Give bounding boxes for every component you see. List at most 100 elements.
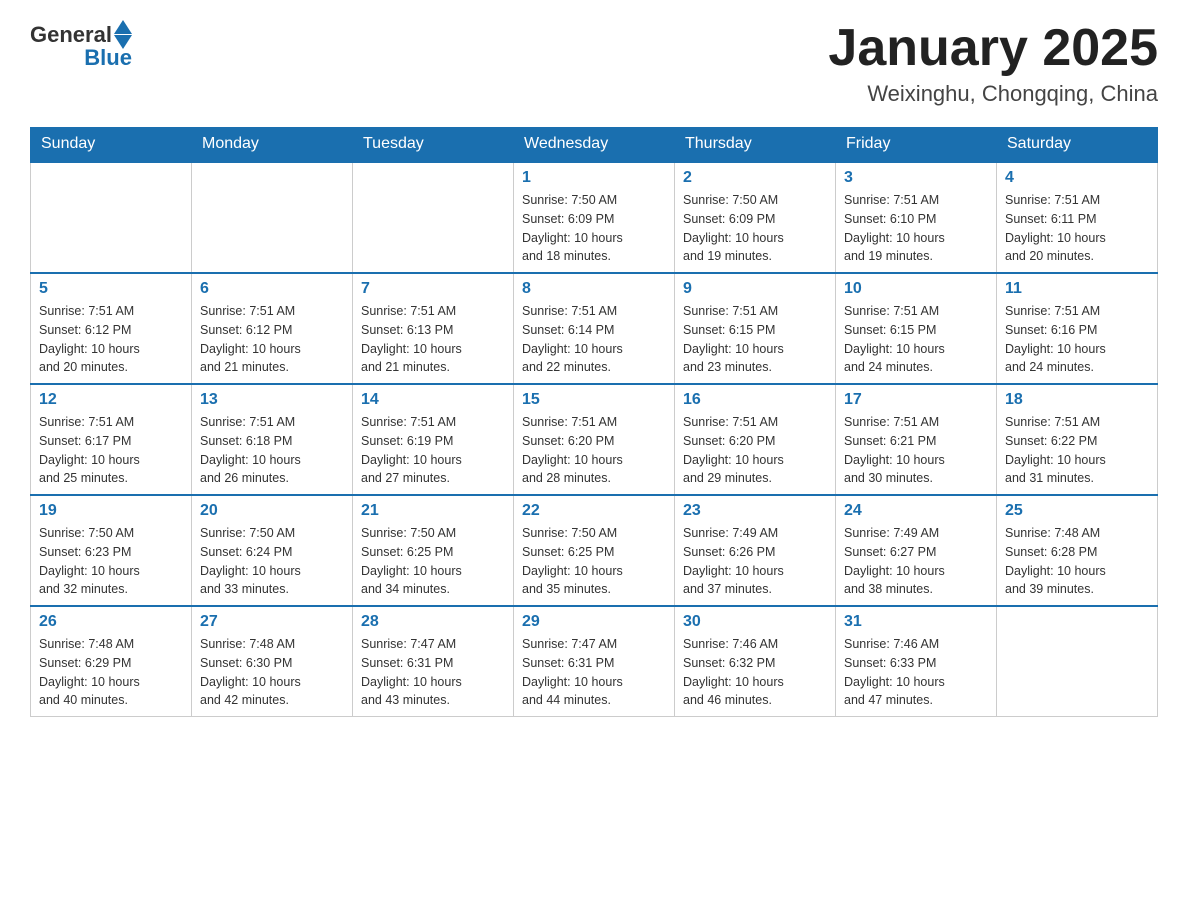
calendar-cell: 6 Sunrise: 7:51 AM Sunset: 6:12 PM Daylig…	[192, 273, 353, 384]
calendar-cell: 31 Sunrise: 7:46 AM Sunset: 6:33 PM Dayli…	[836, 606, 997, 717]
calendar-header-saturday: Saturday	[997, 127, 1158, 162]
day-info: Sunrise: 7:51 AM Sunset: 6:14 PM Dayligh…	[522, 302, 666, 377]
day-info: Sunrise: 7:50 AM Sunset: 6:25 PM Dayligh…	[522, 524, 666, 599]
day-number: 4	[1005, 169, 1149, 187]
calendar-week-3: 12Sunrise: 7:51 AM Sunset: 6:17 PM Dayli…	[31, 384, 1158, 495]
calendar-cell: 22 Sunrise: 7:50 AM Sunset: 6:25 PM Dayli…	[514, 495, 675, 606]
day-number: 15	[522, 391, 666, 409]
day-number: 25	[1005, 502, 1149, 520]
day-number: 27	[200, 613, 344, 631]
day-number: 19	[39, 502, 183, 520]
day-info: Sunrise: 7:47 AM Sunset: 6:31 PM Dayligh…	[522, 635, 666, 710]
calendar-cell: 4Sunrise: 7:51 AM Sunset: 6:11 PM Daylig…	[997, 162, 1158, 273]
day-number: 28	[361, 613, 505, 631]
day-number: 22	[522, 502, 666, 520]
day-number: 3	[844, 169, 988, 187]
day-info: Sunrise: 7:50 AM Sunset: 6:09 PM Dayligh…	[522, 191, 666, 266]
calendar-cell: 11 Sunrise: 7:51 AM Sunset: 6:16 PM Dayli…	[997, 273, 1158, 384]
day-number: 8	[522, 280, 666, 298]
day-number: 11	[1005, 280, 1149, 298]
day-number: 1	[522, 169, 666, 187]
page-header: General Blue January 2025 Weixinghu, Cho…	[30, 20, 1158, 107]
calendar-cell: 16Sunrise: 7:51 AM Sunset: 6:20 PM Dayli…	[675, 384, 836, 495]
calendar-cell: 27 Sunrise: 7:48 AM Sunset: 6:30 PM Dayli…	[192, 606, 353, 717]
day-info: Sunrise: 7:46 AM Sunset: 6:32 PM Dayligh…	[683, 635, 827, 710]
day-number: 18	[1005, 391, 1149, 409]
calendar-cell: 23Sunrise: 7:49 AM Sunset: 6:26 PM Dayli…	[675, 495, 836, 606]
day-info: Sunrise: 7:50 AM Sunset: 6:24 PM Dayligh…	[200, 524, 344, 599]
day-number: 31	[844, 613, 988, 631]
day-info: Sunrise: 7:51 AM Sunset: 6:20 PM Dayligh…	[683, 413, 827, 488]
day-number: 14	[361, 391, 505, 409]
calendar-cell: 8 Sunrise: 7:51 AM Sunset: 6:14 PM Daylig…	[514, 273, 675, 384]
calendar-cell	[192, 162, 353, 273]
calendar-cell: 2 Sunrise: 7:50 AM Sunset: 6:09 PM Daylig…	[675, 162, 836, 273]
logo-blue: Blue	[84, 45, 132, 71]
day-info: Sunrise: 7:51 AM Sunset: 6:18 PM Dayligh…	[200, 413, 344, 488]
calendar-cell: 9 Sunrise: 7:51 AM Sunset: 6:15 PM Daylig…	[675, 273, 836, 384]
day-number: 5	[39, 280, 183, 298]
calendar-header-tuesday: Tuesday	[353, 127, 514, 162]
calendar-cell: 21 Sunrise: 7:50 AM Sunset: 6:25 PM Dayli…	[353, 495, 514, 606]
calendar-week-4: 19 Sunrise: 7:50 AM Sunset: 6:23 PM Dayli…	[31, 495, 1158, 606]
calendar-cell: 28 Sunrise: 7:47 AM Sunset: 6:31 PM Dayli…	[353, 606, 514, 717]
day-info: Sunrise: 7:51 AM Sunset: 6:12 PM Dayligh…	[200, 302, 344, 377]
calendar-cell: 3 Sunrise: 7:51 AM Sunset: 6:10 PM Daylig…	[836, 162, 997, 273]
calendar-cell: 24Sunrise: 7:49 AM Sunset: 6:27 PM Dayli…	[836, 495, 997, 606]
calendar-cell	[353, 162, 514, 273]
calendar-header-thursday: Thursday	[675, 127, 836, 162]
day-number: 9	[683, 280, 827, 298]
day-info: Sunrise: 7:49 AM Sunset: 6:26 PM Dayligh…	[683, 524, 827, 599]
day-number: 13	[200, 391, 344, 409]
calendar-cell: 26Sunrise: 7:48 AM Sunset: 6:29 PM Dayli…	[31, 606, 192, 717]
day-number: 26	[39, 613, 183, 631]
day-info: Sunrise: 7:51 AM Sunset: 6:10 PM Dayligh…	[844, 191, 988, 266]
day-info: Sunrise: 7:51 AM Sunset: 6:20 PM Dayligh…	[522, 413, 666, 488]
day-info: Sunrise: 7:50 AM Sunset: 6:23 PM Dayligh…	[39, 524, 183, 599]
calendar-cell	[997, 606, 1158, 717]
day-info: Sunrise: 7:50 AM Sunset: 6:25 PM Dayligh…	[361, 524, 505, 599]
calendar-cell: 7Sunrise: 7:51 AM Sunset: 6:13 PM Daylig…	[353, 273, 514, 384]
day-info: Sunrise: 7:51 AM Sunset: 6:19 PM Dayligh…	[361, 413, 505, 488]
calendar-week-1: 1 Sunrise: 7:50 AM Sunset: 6:09 PM Daylig…	[31, 162, 1158, 273]
day-number: 17	[844, 391, 988, 409]
title-block: January 2025 Weixinghu, Chongqing, China	[828, 20, 1158, 107]
calendar-cell: 14 Sunrise: 7:51 AM Sunset: 6:19 PM Dayli…	[353, 384, 514, 495]
calendar-header-wednesday: Wednesday	[514, 127, 675, 162]
day-number: 2	[683, 169, 827, 187]
location-title: Weixinghu, Chongqing, China	[828, 81, 1158, 107]
day-info: Sunrise: 7:48 AM Sunset: 6:30 PM Dayligh…	[200, 635, 344, 710]
calendar-cell: 10Sunrise: 7:51 AM Sunset: 6:15 PM Dayli…	[836, 273, 997, 384]
calendar-cell: 17 Sunrise: 7:51 AM Sunset: 6:21 PM Dayli…	[836, 384, 997, 495]
day-info: Sunrise: 7:51 AM Sunset: 6:21 PM Dayligh…	[844, 413, 988, 488]
day-info: Sunrise: 7:51 AM Sunset: 6:17 PM Dayligh…	[39, 413, 183, 488]
calendar-cell: 1 Sunrise: 7:50 AM Sunset: 6:09 PM Daylig…	[514, 162, 675, 273]
calendar-header-monday: Monday	[192, 127, 353, 162]
calendar-cell: 5Sunrise: 7:51 AM Sunset: 6:12 PM Daylig…	[31, 273, 192, 384]
day-number: 10	[844, 280, 988, 298]
day-info: Sunrise: 7:51 AM Sunset: 6:22 PM Dayligh…	[1005, 413, 1149, 488]
day-info: Sunrise: 7:46 AM Sunset: 6:33 PM Dayligh…	[844, 635, 988, 710]
calendar-cell: 12Sunrise: 7:51 AM Sunset: 6:17 PM Dayli…	[31, 384, 192, 495]
calendar-cell: 18 Sunrise: 7:51 AM Sunset: 6:22 PM Dayli…	[997, 384, 1158, 495]
day-number: 21	[361, 502, 505, 520]
day-number: 20	[200, 502, 344, 520]
day-info: Sunrise: 7:51 AM Sunset: 6:15 PM Dayligh…	[683, 302, 827, 377]
calendar-cell: 15 Sunrise: 7:51 AM Sunset: 6:20 PM Dayli…	[514, 384, 675, 495]
calendar-cell	[31, 162, 192, 273]
calendar-header-friday: Friday	[836, 127, 997, 162]
calendar-week-2: 5 Sunrise: 7:51 AM Sunset: 6:12 PM Daylig…	[31, 273, 1158, 384]
calendar-cell: 30 Sunrise: 7:46 AM Sunset: 6:32 PM Dayli…	[675, 606, 836, 717]
calendar-cell: 20 Sunrise: 7:50 AM Sunset: 6:24 PM Dayli…	[192, 495, 353, 606]
day-number: 29	[522, 613, 666, 631]
logo: General Blue	[30, 20, 132, 71]
day-number: 6	[200, 280, 344, 298]
day-info: Sunrise: 7:49 AM Sunset: 6:27 PM Dayligh…	[844, 524, 988, 599]
day-number: 30	[683, 613, 827, 631]
day-info: Sunrise: 7:50 AM Sunset: 6:09 PM Dayligh…	[683, 191, 827, 266]
calendar-header-row: SundayMondayTuesdayWednesdayThursdayFrid…	[31, 127, 1158, 162]
day-info: Sunrise: 7:47 AM Sunset: 6:31 PM Dayligh…	[361, 635, 505, 710]
calendar-cell: 19 Sunrise: 7:50 AM Sunset: 6:23 PM Dayli…	[31, 495, 192, 606]
day-info: Sunrise: 7:51 AM Sunset: 6:16 PM Dayligh…	[1005, 302, 1149, 377]
day-number: 7	[361, 280, 505, 298]
